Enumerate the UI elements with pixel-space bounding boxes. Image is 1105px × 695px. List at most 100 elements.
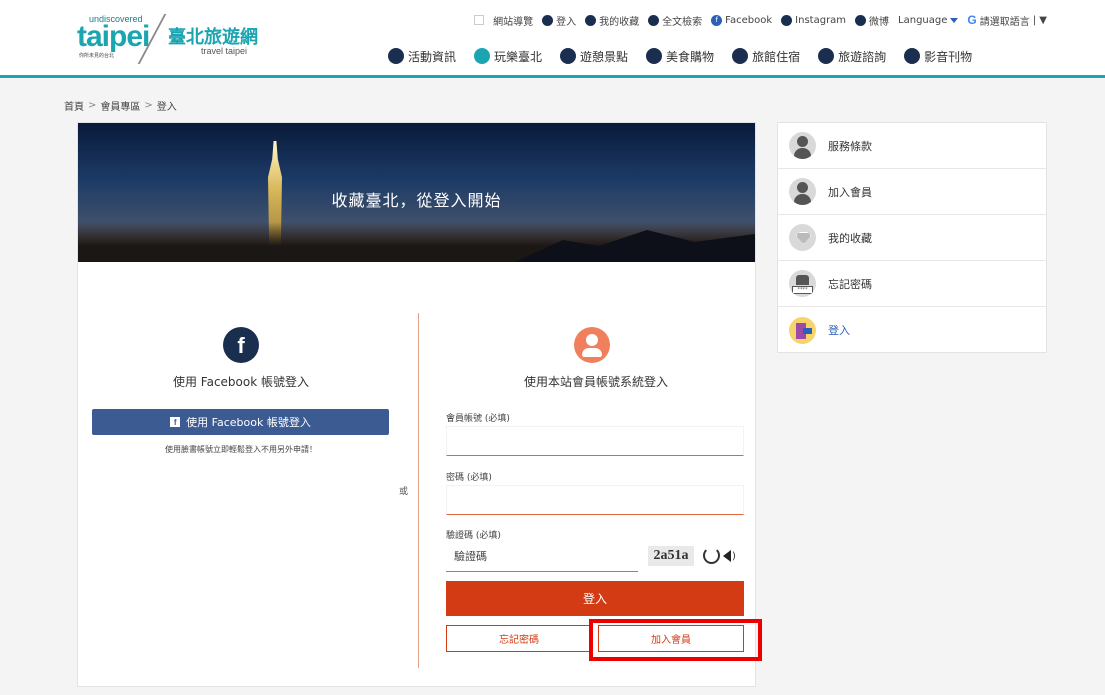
language-label: Language <box>898 14 948 26</box>
sidebar-item-forgot-password[interactable]: **** 忘記密碼 <box>778 261 1046 307</box>
breadcrumb-members[interactable]: 會員專區 <box>100 98 140 113</box>
diamond-icon <box>789 224 816 251</box>
nav-hotels[interactable]: 旅館住宿 <box>732 48 800 65</box>
breadcrumb-home[interactable]: 首頁 <box>64 98 84 113</box>
breadcrumb-separator: > <box>144 100 153 111</box>
account-label: 會員帳號 (必填) <box>446 414 510 424</box>
heart-icon <box>585 14 597 26</box>
nav-info-label: 旅遊諮詢 <box>838 49 887 64</box>
or-label: 或 <box>399 487 409 497</box>
logo-name-en: travel taipei <box>201 46 248 56</box>
facebook-login-heading: 使用 Facebook 帳號登入 <box>172 375 309 389</box>
instagram-icon <box>781 14 793 26</box>
captcha-image: 2a51a <box>648 546 694 566</box>
logo-tagline: 你所未見的台北 <box>79 53 115 59</box>
facebook-circle-icon: f <box>223 327 259 363</box>
breadcrumb-separator: > <box>88 100 97 111</box>
google-icon: G <box>967 13 977 27</box>
member-sidebar: 服務條款 加入會員 我的收藏 **** 忘記密碼 登入 <box>777 122 1047 353</box>
weibo-icon <box>855 14 867 26</box>
util-sitemap[interactable]: 網站導覽 <box>493 13 533 28</box>
nav-fun-label: 玩樂臺北 <box>494 49 543 64</box>
login-button[interactable]: 登入 <box>446 581 744 616</box>
banner-title: 收藏臺北，從登入開始 <box>331 191 502 210</box>
util-login[interactable]: 登入 <box>542 13 576 28</box>
megaphone-icon <box>388 48 404 64</box>
nav-info[interactable]: 旅遊諮詢 <box>818 48 886 65</box>
search-icon <box>648 14 660 26</box>
shopping-bag-icon <box>646 48 663 64</box>
user-body <box>582 348 602 357</box>
password-input[interactable] <box>446 485 744 515</box>
site-login-heading: 使用本站會員帳號系統登入 <box>523 375 668 389</box>
main-nav: 活動資訊 玩樂臺北 遊憩景點 美食購物 旅館住宿 旅遊諮詢 影音刊物 <box>388 45 972 67</box>
lock-password-icon: **** <box>789 270 816 297</box>
forgot-password-button[interactable]: 忘記密碼 <box>446 625 592 652</box>
sidebar-item-join[interactable]: 加入會員 <box>778 169 1046 215</box>
facebook-login-button[interactable]: f 使用 Facebook 帳號登入 <box>92 409 389 435</box>
password-label: 密碼 (必填) <box>446 473 492 483</box>
captcha-input[interactable] <box>446 542 638 572</box>
logo-taipei: taipei <box>77 20 150 53</box>
sidebar-item-label: 忘記密碼 <box>828 277 872 291</box>
user-account-icon <box>574 327 610 363</box>
sidebar-item-favorites[interactable]: 我的收藏 <box>778 215 1046 261</box>
util-sitemap-label: 網站導覽 <box>493 16 534 28</box>
caret-down-icon <box>950 17 959 23</box>
info-icon <box>818 48 835 64</box>
nav-attractions-label: 遊憩景點 <box>580 49 629 64</box>
translate-caret: | ▼ <box>1032 14 1047 26</box>
user-head <box>586 334 598 346</box>
sidebar-item-login[interactable]: 登入 <box>778 307 1046 353</box>
breadcrumb: 首頁 > 會員專區 > 登入 <box>64 98 177 113</box>
nav-food[interactable]: 美食購物 <box>646 48 714 65</box>
sidebar-item-label: 加入會員 <box>828 185 872 199</box>
util-facebook-label: Facebook <box>725 14 773 26</box>
user-icon <box>789 178 816 205</box>
util-weibo-label: 微博 <box>869 16 890 28</box>
util-favorites[interactable]: 我的收藏 <box>585 13 639 28</box>
account-input[interactable] <box>446 426 744 456</box>
nav-media-label: 影音刊物 <box>924 49 973 64</box>
bed-icon <box>732 48 749 64</box>
section-divider <box>418 313 419 668</box>
util-facebook[interactable]: f Facebook <box>711 14 773 26</box>
nav-media[interactable]: 影音刊物 <box>904 48 972 65</box>
select-language-label: 請選取語言 <box>979 16 1030 28</box>
sitemap-icon <box>474 15 485 25</box>
nav-food-label: 美食購物 <box>666 49 715 64</box>
language-dropdown[interactable]: Language <box>898 14 959 26</box>
breadcrumb-current: 登入 <box>156 102 177 113</box>
facebook-square-icon: f <box>170 417 181 427</box>
picture-icon <box>560 48 577 64</box>
facebook-icon: f <box>711 14 723 26</box>
sidebar-item-label: 我的收藏 <box>828 231 872 245</box>
film-icon <box>904 48 921 64</box>
nav-hotels-label: 旅館住宿 <box>752 49 801 64</box>
sidebar-item-label: 服務條款 <box>828 139 872 153</box>
util-weibo[interactable]: 微博 <box>855 13 889 28</box>
nav-fun[interactable]: 玩樂臺北 <box>474 48 542 65</box>
refresh-icon[interactable] <box>703 547 720 564</box>
facebook-login-note: 使用臉書帳號立即輕鬆登入不用另外申請！ <box>165 445 317 454</box>
site-logo[interactable]: undiscovered taipei 你所未見的台北 臺北旅遊網 travel… <box>77 14 277 64</box>
util-favorites-label: 我的收藏 <box>599 16 640 28</box>
user-icon <box>542 14 554 26</box>
utility-nav: 網站導覽 登入 我的收藏 全文檢索 f Facebook Instagram 微博… <box>474 12 1047 28</box>
play-icon <box>474 48 491 64</box>
facebook-login-button-label: 使用 Facebook 帳號登入 <box>186 416 311 429</box>
highlight-annotation <box>589 619 762 661</box>
util-search[interactable]: 全文檢索 <box>648 13 702 28</box>
nav-attractions[interactable]: 遊憩景點 <box>560 48 628 65</box>
site-header: undiscovered taipei 你所未見的台北 臺北旅遊網 travel… <box>0 0 1105 78</box>
nav-events[interactable]: 活動資訊 <box>388 48 456 65</box>
captcha-label: 驗證碼 (必填) <box>446 531 501 541</box>
user-icon <box>789 132 816 159</box>
util-instagram[interactable]: Instagram <box>781 14 846 26</box>
speaker-icon[interactable]: ) <box>723 547 743 565</box>
door-login-icon <box>789 316 816 344</box>
google-translate[interactable]: G 請選取語言 | ▼ <box>967 13 1047 28</box>
sidebar-item-terms[interactable]: 服務條款 <box>778 123 1046 169</box>
sidebar-item-label: 登入 <box>828 324 850 337</box>
login-banner: 收藏臺北，從登入開始 <box>78 123 755 262</box>
